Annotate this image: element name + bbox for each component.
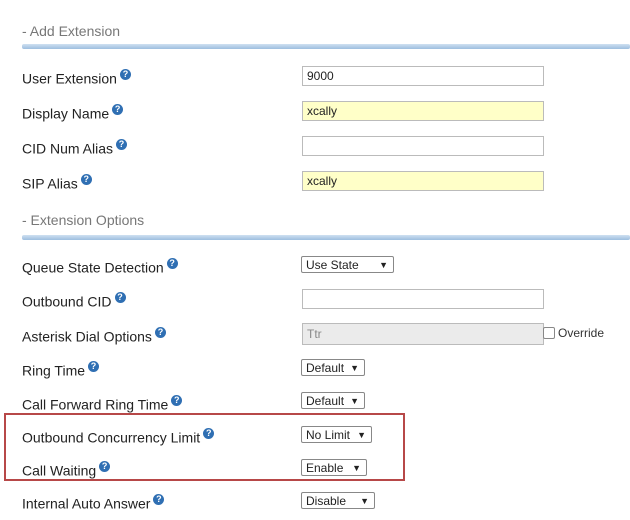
help-icon[interactable]: ? [88,361,100,372]
caret-down-icon: ▼ [360,496,369,506]
internal-auto-answer-label-text: Internal Auto Answer [22,495,151,512]
section-title-add-extension: - Add Extension [22,23,121,39]
queue-state-detection-select[interactable]: Use State ▼ [301,256,394,273]
call-waiting-value: Enable [306,461,344,475]
queue-state-detection-label-text: Queue State Detection [22,259,164,276]
asterisk-dial-options-label-text: Asterisk Dial Options [22,328,152,345]
help-icon[interactable]: ? [112,104,124,115]
ring-time-label-text: Ring Time [22,362,86,379]
outbound-cid-label-text: Outbound CID [22,293,112,310]
user-extension-label-text: User Extension [22,70,117,87]
outbound-concurrency-limit-label: Outbound Concurrency Limit? [22,428,215,446]
internal-auto-answer-select[interactable]: Disable ▼ [301,492,375,509]
override-label: Override [558,326,605,340]
call-forward-ring-time-label: Call Forward Ring Time? [22,395,183,413]
queue-state-detection-value: Use State [306,258,359,272]
help-icon[interactable]: ? [154,327,166,338]
queue-state-detection-label: Queue State Detection? [22,258,178,276]
ring-time-select[interactable]: Default ▼ [301,359,365,376]
caret-down-icon: ▼ [350,363,359,373]
call-forward-ring-time-value: Default [306,394,345,408]
ring-time-value: Default [306,361,345,375]
display-name-input[interactable]: xcally [302,101,544,121]
caret-down-icon: ▼ [352,463,361,473]
help-icon[interactable]: ? [80,174,92,185]
call-waiting-label: Call Waiting? [22,461,111,479]
call-forward-ring-time-label-text: Call Forward Ring Time [22,396,169,413]
internal-auto-answer-label: Internal Auto Answer? [22,494,165,512]
outbound-concurrency-limit-label-text: Outbound Concurrency Limit [22,429,201,446]
asterisk-dial-options-input: Ttr [302,323,544,345]
user-extension-label: User Extension? [22,69,131,87]
asterisk-dial-options-label: Asterisk Dial Options? [22,327,166,345]
internal-auto-answer-value: Disable [306,494,347,508]
sip-alias-label-text: SIP Alias [22,175,78,192]
help-icon[interactable]: ? [171,395,183,406]
call-waiting-select[interactable]: Enable ▼ [301,459,367,476]
sip-alias-input[interactable]: xcally [302,171,544,191]
help-icon[interactable]: ? [153,494,165,505]
display-name-label-text: Display Name [22,105,110,122]
display-name-label: Display Name? [22,104,124,122]
help-icon[interactable]: ? [116,139,128,150]
cid-num-alias-input[interactable] [302,136,544,156]
section-divider [22,235,630,240]
cid-num-alias-label-text: CID Num Alias [22,140,114,157]
help-icon[interactable]: ? [203,428,215,439]
section-title-extension-options: - Extension Options [22,212,145,228]
outbound-cid-input[interactable] [302,289,544,309]
help-icon[interactable]: ? [119,69,131,80]
outbound-cid-label: Outbound CID? [22,292,126,310]
call-forward-ring-time-select[interactable]: Default ▼ [301,392,365,409]
cid-num-alias-label: CID Num Alias? [22,139,128,157]
help-icon[interactable]: ? [114,292,126,303]
user-extension-input[interactable]: 9000 [302,66,544,86]
sip-alias-label: SIP Alias? [22,174,92,192]
outbound-concurrency-limit-select[interactable]: No Limit ▼ [301,426,372,443]
caret-down-icon: ▼ [379,260,388,270]
caret-down-icon: ▼ [350,396,359,406]
section-divider [22,44,630,49]
help-icon[interactable]: ? [166,258,178,269]
outbound-concurrency-limit-value: No Limit [306,428,351,442]
call-waiting-label-text: Call Waiting [22,462,97,479]
caret-down-icon: ▼ [357,430,366,440]
ring-time-label: Ring Time? [22,361,100,379]
override-checkbox[interactable] [543,327,555,339]
help-icon[interactable]: ? [99,461,111,472]
